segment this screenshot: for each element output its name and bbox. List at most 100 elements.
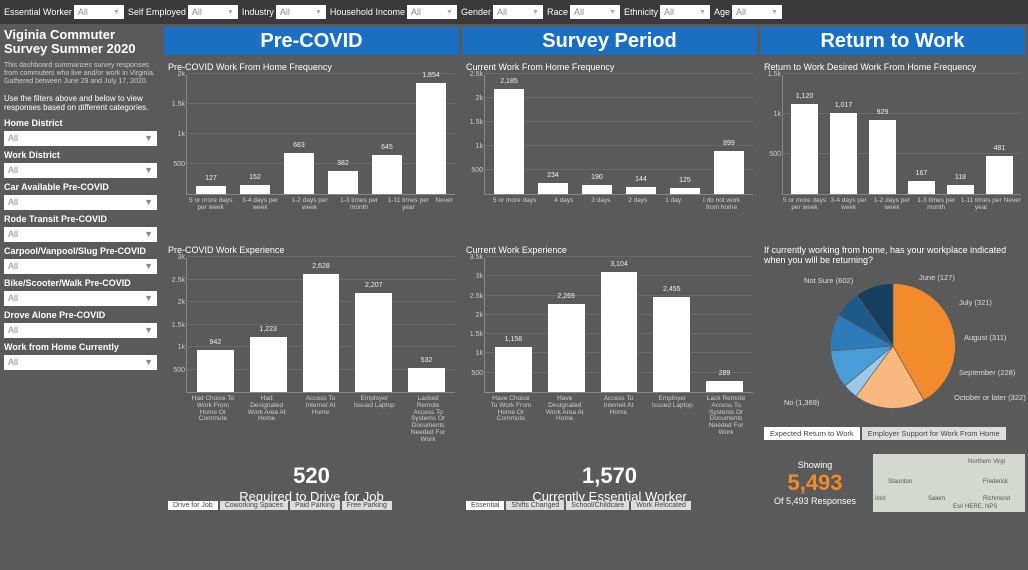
bar-group: 1,120 bbox=[785, 104, 824, 194]
top-filter: Essential WorkerAll▼ bbox=[4, 5, 124, 19]
pie-chart[interactable] bbox=[828, 281, 958, 411]
chevron-down-icon: ▼ bbox=[315, 9, 322, 16]
x-labels: Have Choice To Work From Home Or Commute… bbox=[484, 393, 753, 437]
bar-value: 1,223 bbox=[259, 326, 277, 333]
sidebar-desc: This dashboard summarizes survey respons… bbox=[4, 62, 157, 87]
bar[interactable]: 289 bbox=[706, 381, 743, 392]
tab[interactable]: Work Relocated bbox=[631, 501, 691, 510]
tab[interactable]: School/Childcare bbox=[566, 501, 629, 510]
y-tick: 2.5k bbox=[169, 277, 185, 284]
bar[interactable]: 167 bbox=[908, 181, 935, 194]
sb-filter-dropdown[interactable]: All▼ bbox=[4, 291, 157, 306]
sb-filter-dropdown[interactable]: All▼ bbox=[4, 131, 157, 146]
filter-value: All bbox=[664, 7, 674, 17]
bar[interactable]: 2,207 bbox=[355, 293, 392, 392]
barchart[interactable]: 5001k1.5k2k2.5k3k3.5k1,1582,2693,1042,45… bbox=[484, 258, 753, 393]
sb-filter-dropdown[interactable]: All▼ bbox=[4, 163, 157, 178]
bar[interactable]: 127 bbox=[196, 186, 227, 194]
bar[interactable]: 152 bbox=[240, 185, 271, 194]
bar-value: 899 bbox=[723, 140, 735, 147]
y-tick: 500 bbox=[765, 151, 781, 158]
bar[interactable]: 125 bbox=[670, 188, 701, 194]
tab[interactable]: Paid Parking bbox=[290, 501, 340, 510]
tab[interactable]: Employer Support for Work From Home bbox=[862, 427, 1006, 440]
bar[interactable]: 3,104 bbox=[601, 272, 638, 392]
top-filter: IndustryAll▼ bbox=[242, 5, 326, 19]
filter-dropdown[interactable]: All▼ bbox=[276, 5, 326, 19]
bar[interactable]: 1,120 bbox=[791, 104, 818, 194]
bar-value: 127 bbox=[205, 175, 217, 182]
bar[interactable]: 190 bbox=[582, 185, 613, 194]
filter-dropdown[interactable]: All▼ bbox=[660, 5, 710, 19]
sb-filter-dropdown[interactable]: All▼ bbox=[4, 355, 157, 370]
tab[interactable]: Shifts Changed bbox=[506, 501, 564, 510]
bar-group: 118 bbox=[941, 185, 980, 194]
filter-dropdown[interactable]: All▼ bbox=[570, 5, 620, 19]
filter-dropdown[interactable]: All▼ bbox=[732, 5, 782, 19]
sb-filter-dropdown[interactable]: All▼ bbox=[4, 323, 157, 338]
bar-value: 2,628 bbox=[312, 263, 330, 270]
bar[interactable]: 1,854 bbox=[416, 83, 447, 194]
sb-filter-value: All bbox=[8, 197, 18, 207]
bar[interactable]: 2,269 bbox=[548, 304, 585, 392]
bar[interactable]: 2,185 bbox=[494, 89, 525, 194]
bar[interactable]: 899 bbox=[714, 151, 745, 194]
bar[interactable]: 234 bbox=[538, 183, 569, 194]
bar-label: Employer Issued Laptop bbox=[650, 396, 695, 437]
barchart[interactable]: 5001k1.5k2k1271526833826451,854 bbox=[186, 75, 455, 195]
filter-dropdown[interactable]: All▼ bbox=[407, 5, 457, 19]
bar-label: 1-3 times per month bbox=[914, 198, 959, 212]
sb-filter-dropdown[interactable]: All▼ bbox=[4, 195, 157, 210]
bar-group: 382 bbox=[321, 171, 365, 194]
sb-filter-value: All bbox=[8, 165, 18, 175]
bar[interactable]: 683 bbox=[284, 153, 315, 194]
filter-label: Self Employed bbox=[128, 7, 186, 17]
bar[interactable]: 144 bbox=[626, 187, 657, 194]
bar-group: 2,207 bbox=[347, 293, 400, 392]
filter-dropdown[interactable]: All▼ bbox=[493, 5, 543, 19]
bar[interactable]: 532 bbox=[408, 368, 445, 392]
bar-group: 1,854 bbox=[409, 83, 453, 194]
bar-label: Access To Internet At Home bbox=[298, 396, 343, 444]
bar-group: 289 bbox=[698, 381, 751, 392]
barchart[interactable]: 5001k1.5k1,1201,017929167118481 bbox=[782, 75, 1021, 195]
filter-value: All bbox=[411, 7, 421, 17]
map[interactable]: Northern VirgiStauntonFrederickRichmondS… bbox=[873, 454, 1025, 512]
pie-tabs: Expected Return to WorkEmployer Support … bbox=[764, 427, 1021, 440]
tab[interactable]: Essential bbox=[466, 501, 504, 510]
chart-title: Current Work Experience bbox=[466, 245, 753, 255]
bar[interactable]: 2,455 bbox=[653, 297, 690, 392]
y-gridline bbox=[485, 97, 753, 98]
tab[interactable]: Drive for Job bbox=[168, 501, 218, 510]
bar-group: 3,104 bbox=[593, 272, 646, 392]
tab[interactable]: Coworking Spaces bbox=[220, 501, 288, 510]
pie-wrap[interactable]: No (1,369)Not Sure (602)June (127)July (… bbox=[764, 268, 1021, 423]
sb-filter-label: Home District bbox=[4, 118, 157, 128]
barchart[interactable]: 5001k1.5k2k2.5k2,185234190144125899 bbox=[484, 75, 753, 195]
bar[interactable]: 481 bbox=[986, 156, 1013, 194]
bar[interactable]: 382 bbox=[328, 171, 359, 194]
bar[interactable]: 1,017 bbox=[830, 113, 857, 194]
bar[interactable]: 1,158 bbox=[495, 347, 532, 392]
sb-filter-dropdown[interactable]: All▼ bbox=[4, 227, 157, 242]
bar[interactable]: 929 bbox=[869, 120, 896, 194]
sb-filter-dropdown[interactable]: All▼ bbox=[4, 259, 157, 274]
bar[interactable]: 645 bbox=[372, 155, 403, 194]
bar-label: Lacked Remote Access To Systems Or Docum… bbox=[406, 396, 451, 444]
bar[interactable]: 1,223 bbox=[250, 337, 287, 392]
bar[interactable]: 2,628 bbox=[303, 274, 340, 392]
bar-value: 3,104 bbox=[610, 261, 628, 268]
tab[interactable]: Free Parking bbox=[342, 501, 392, 510]
filter-dropdown[interactable]: All▼ bbox=[188, 5, 238, 19]
barchart[interactable]: 5001k1.5k2k2.5k3k9421,2232,6282,207532 bbox=[186, 258, 455, 393]
filter-dropdown[interactable]: All▼ bbox=[74, 5, 124, 19]
bar-group: 2,455 bbox=[645, 297, 698, 392]
chart-title: Current Work From Home Frequency bbox=[466, 62, 753, 72]
tab[interactable]: Expected Return to Work bbox=[764, 427, 860, 440]
bignum-panel: 520Required to Drive for JobDrive for Jo… bbox=[164, 454, 459, 512]
filter-value: All bbox=[192, 7, 202, 17]
bar[interactable]: 118 bbox=[947, 185, 974, 194]
bar[interactable]: 942 bbox=[197, 350, 234, 392]
sb-filter-value: All bbox=[8, 261, 18, 271]
bar-label: 5 or more days per week bbox=[782, 198, 827, 212]
